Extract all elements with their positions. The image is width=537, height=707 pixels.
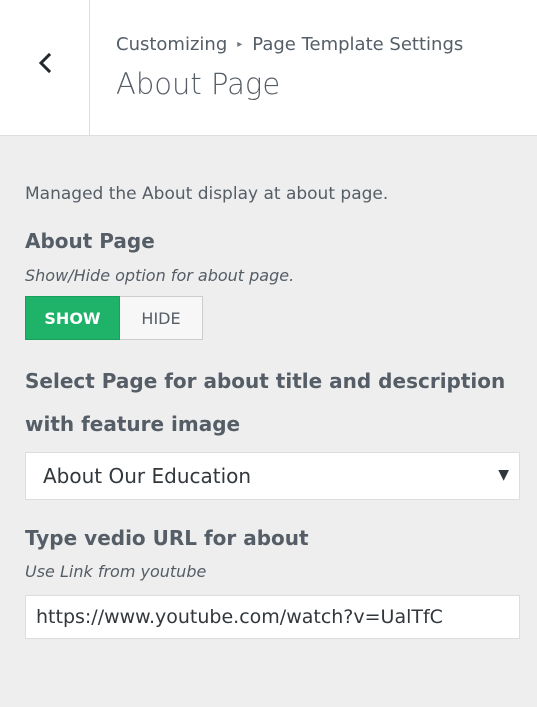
show-option-button[interactable]: SHOW: [25, 296, 120, 340]
section-content: Managed the About display at about page.…: [25, 136, 520, 639]
back-button[interactable]: [0, 0, 90, 136]
header-titles: Customizing ▸ Page Template Settings About…: [116, 32, 537, 104]
dropdown-caret-icon: ▼: [498, 467, 509, 483]
about-page-hint: Show/Hide option for about page.: [25, 266, 295, 285]
page-title: About Page: [116, 67, 281, 101]
breadcrumb: Customizing ▸ Page Template Settings: [116, 32, 537, 58]
breadcrumb-root: Customizing: [116, 34, 228, 55]
video-url-label: Type vedio URL for about: [25, 526, 309, 550]
video-url-hint: Use Link from youtube: [25, 562, 207, 581]
show-hide-toggle: SHOW HIDE: [25, 296, 203, 340]
chevron-left-icon: [38, 52, 51, 74]
hide-option-button[interactable]: HIDE: [120, 296, 203, 340]
about-page-select[interactable]: About Our Education ▼: [25, 452, 520, 500]
breadcrumb-section: Page Template Settings: [252, 34, 464, 55]
about-page-select-value: About Our Education: [43, 464, 252, 488]
customizer-header: Customizing ▸ Page Template Settings About…: [0, 0, 537, 136]
select-page-label: Select Page for about title and descript…: [25, 369, 506, 436]
breadcrumb-separator-icon: ▸: [237, 39, 243, 50]
about-page-label: About Page: [25, 229, 155, 253]
section-description: Managed the About display at about page.: [25, 184, 389, 204]
video-url-input[interactable]: https://www.youtube.com/watch?v=UalTfC: [25, 595, 520, 639]
